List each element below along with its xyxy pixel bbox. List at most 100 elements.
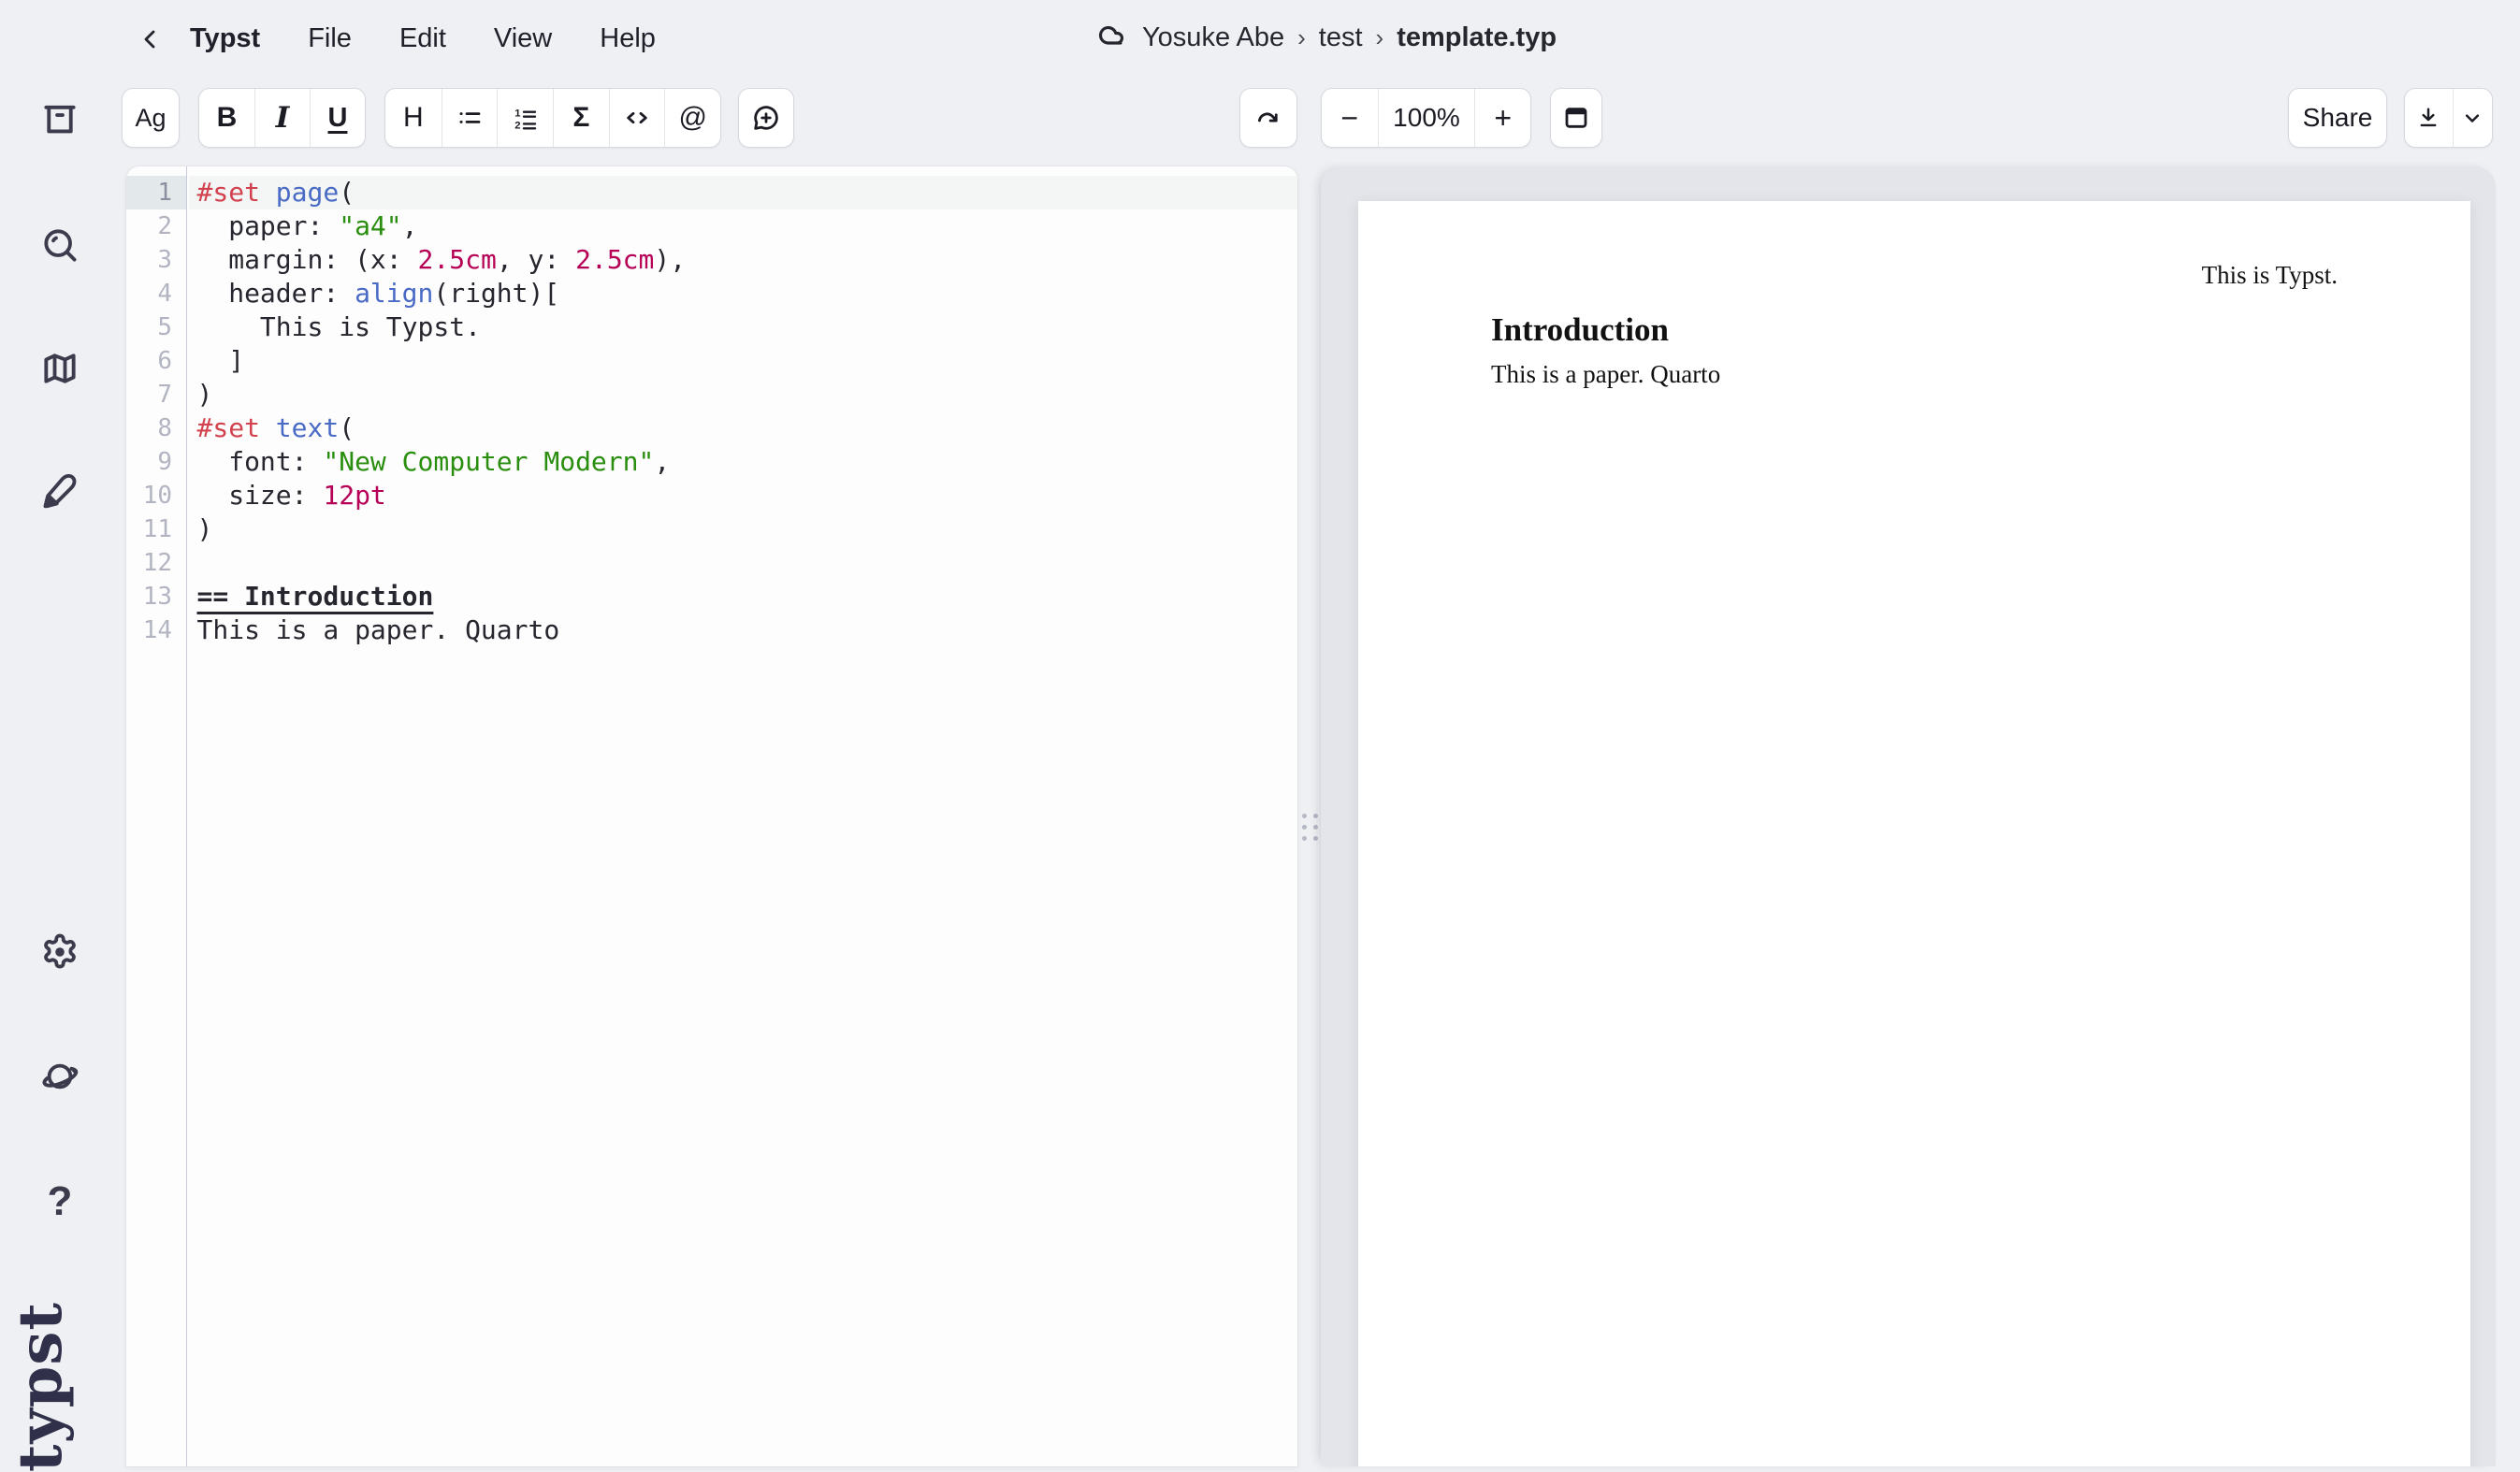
code-line[interactable]: ] xyxy=(189,344,1298,378)
line-number: 13 xyxy=(126,580,186,613)
files-panel-button[interactable] xyxy=(38,98,81,141)
breadcrumb-separator: › xyxy=(1296,23,1307,52)
line-number: 12 xyxy=(126,546,186,580)
search-icon xyxy=(39,224,80,266)
line-number: 1 xyxy=(126,176,186,209)
code-brackets-icon xyxy=(622,103,652,133)
edit-tools-button[interactable] xyxy=(38,469,81,512)
menu-typst[interactable]: Typst xyxy=(190,23,260,54)
discover-button[interactable] xyxy=(38,1055,81,1098)
comment-plus-icon xyxy=(751,103,781,133)
search-button[interactable] xyxy=(38,224,81,267)
help-button[interactable]: ? xyxy=(38,1180,81,1223)
zoom-control-group: − 100% + xyxy=(1321,88,1531,148)
export-split-button xyxy=(2404,88,2493,148)
underline-button[interactable]: U xyxy=(310,89,365,147)
add-comment-button[interactable] xyxy=(738,88,794,148)
preview-page: This is Typst. Introduction This is a pa… xyxy=(1358,201,2470,1466)
page-header-text: This is Typst. xyxy=(2202,261,2338,290)
breadcrumb-owner[interactable]: Yosuke Abe xyxy=(1142,22,1284,53)
text-style-button[interactable]: Ag xyxy=(122,88,180,148)
page-heading: Introduction xyxy=(1491,311,1669,349)
line-number: 9 xyxy=(126,445,186,479)
code-line[interactable]: header: align(right)[ xyxy=(189,277,1298,310)
line-number: 2 xyxy=(126,209,186,243)
redo-button[interactable] xyxy=(1239,88,1297,148)
menu-file[interactable]: File xyxy=(308,23,352,54)
back-button[interactable] xyxy=(129,19,170,60)
svg-text:1: 1 xyxy=(514,108,520,120)
code-line[interactable]: paper: "a4", xyxy=(189,209,1298,243)
bold-button[interactable]: B xyxy=(199,89,254,147)
menu-view[interactable]: View xyxy=(494,23,552,54)
bullet-list-icon xyxy=(455,103,485,133)
breadcrumb-file[interactable]: template.typ xyxy=(1397,22,1557,53)
planet-icon xyxy=(39,1056,80,1097)
code-line[interactable]: This is Typst. xyxy=(189,310,1298,344)
gutter: 1234567891011121314 xyxy=(126,166,187,1466)
code-line[interactable]: ) xyxy=(189,378,1298,411)
code-lines[interactable]: #set page( paper: "a4", margin: (x: 2.5c… xyxy=(189,166,1298,1466)
preview-pane: This is Typst. Introduction This is a pa… xyxy=(1321,166,2496,1466)
zoom-out-button[interactable]: − xyxy=(1322,89,1378,147)
line-number: 6 xyxy=(126,344,186,378)
code-line[interactable]: == Introduction xyxy=(189,580,1298,613)
numbered-list-button[interactable]: 1 2 xyxy=(497,89,553,147)
code-line[interactable]: ) xyxy=(189,512,1298,546)
gear-icon xyxy=(39,931,80,973)
code-line[interactable]: This is a paper. Quarto xyxy=(189,613,1298,647)
code-line[interactable]: margin: (x: 2.5cm, y: 2.5cm), xyxy=(189,243,1298,277)
numbered-list-icon: 1 2 xyxy=(511,103,541,133)
code-editor[interactable]: 1234567891011121314 #set page( paper: "a… xyxy=(126,166,1297,1466)
chevron-down-icon xyxy=(2459,105,2485,131)
breadcrumb: Yosuke Abe › test › template.typ xyxy=(1096,21,1557,54)
bullet-list-button[interactable] xyxy=(442,89,498,147)
block-format-group: H 1 2 Σ @ xyxy=(384,88,721,148)
italic-button[interactable]: I xyxy=(254,89,310,147)
line-number: 8 xyxy=(126,411,186,445)
share-button[interactable]: Share xyxy=(2288,88,2387,148)
map-icon xyxy=(39,348,80,389)
page-view-button[interactable] xyxy=(1550,88,1602,148)
sidebar: ? typst xyxy=(0,0,126,1466)
download-icon xyxy=(2415,105,2441,131)
zoom-level-value[interactable]: 100% xyxy=(1378,89,1475,147)
zoom-in-button[interactable]: + xyxy=(1474,89,1530,147)
svg-text:2: 2 xyxy=(514,120,520,131)
heading-button[interactable]: H xyxy=(385,89,442,147)
panel-resize-handle[interactable] xyxy=(1300,808,1320,846)
breadcrumb-separator: › xyxy=(1375,23,1385,52)
page-view-icon xyxy=(1561,103,1591,133)
mention-button[interactable]: @ xyxy=(664,89,720,147)
export-menu-button[interactable] xyxy=(2453,89,2492,147)
download-button[interactable] xyxy=(2405,89,2453,147)
menu-edit[interactable]: Edit xyxy=(399,23,446,54)
line-number: 14 xyxy=(126,613,186,647)
question-icon: ? xyxy=(48,1181,73,1222)
chevron-left-icon xyxy=(135,24,165,54)
math-button[interactable]: Σ xyxy=(553,89,609,147)
line-number: 7 xyxy=(126,378,186,411)
line-number: 4 xyxy=(126,277,186,310)
cloud-icon xyxy=(1096,21,1130,54)
typst-logo[interactable]: typst xyxy=(6,1302,76,1472)
code-button[interactable] xyxy=(609,89,665,147)
settings-button[interactable] xyxy=(38,931,81,974)
menu-help[interactable]: Help xyxy=(600,23,656,54)
code-line[interactable]: size: 12pt xyxy=(189,479,1298,512)
page-body-text: This is a paper. Quarto xyxy=(1491,360,1720,389)
breadcrumb-project[interactable]: test xyxy=(1319,22,1363,53)
code-line[interactable]: font: "New Computer Modern", xyxy=(189,445,1298,479)
redo-icon xyxy=(1253,103,1283,133)
tray-icon xyxy=(39,99,80,140)
code-line[interactable]: #set text( xyxy=(189,411,1298,445)
pencil-icon xyxy=(39,469,80,511)
inline-format-group: B I U xyxy=(198,88,366,148)
outline-button[interactable] xyxy=(38,347,81,390)
line-number: 10 xyxy=(126,479,186,512)
code-line[interactable] xyxy=(189,546,1298,580)
menu-bar: Typst File Edit View Help xyxy=(190,23,656,54)
line-number: 5 xyxy=(126,310,186,344)
line-number: 11 xyxy=(126,512,186,546)
code-line[interactable]: #set page( xyxy=(189,176,1298,209)
